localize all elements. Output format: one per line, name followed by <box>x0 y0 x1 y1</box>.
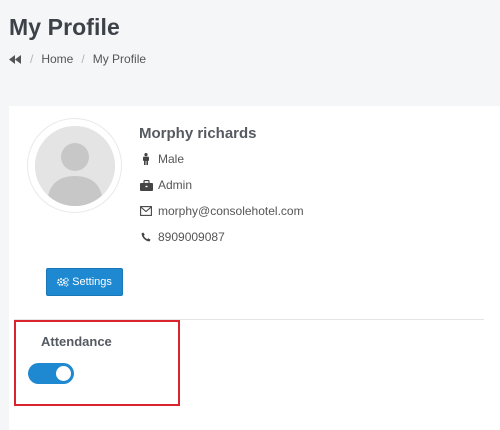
breadcrumb-current: My Profile <box>92 52 147 66</box>
page-title: My Profile <box>9 14 120 40</box>
avatar <box>34 125 115 206</box>
user-avatar-placeholder-icon <box>34 125 115 206</box>
profile-name: Morphy richards <box>139 125 257 142</box>
breadcrumb-separator: / <box>81 52 85 66</box>
settings-button[interactable]: Settings <box>46 268 123 296</box>
profile-email-row: morphy@consolehotel.com <box>139 204 304 218</box>
profile-role-row: Admin <box>139 178 192 192</box>
profile-gender: Male <box>158 152 185 166</box>
attendance-label: Attendance <box>41 334 112 349</box>
settings-button-label: Settings <box>72 276 112 288</box>
breadcrumb: / Home / My Profile <box>9 52 146 66</box>
profile-role: Admin <box>158 178 193 192</box>
double-chevron-left-icon[interactable] <box>9 53 22 65</box>
envelope-icon <box>139 206 153 216</box>
male-icon <box>139 153 153 165</box>
profile-gender-row: Male <box>139 152 184 166</box>
breadcrumb-home-link[interactable]: Home <box>41 52 73 66</box>
profile-phone: 8909009087 <box>158 230 225 244</box>
profile-email: morphy@consolehotel.com <box>158 204 304 218</box>
phone-icon <box>139 232 153 242</box>
attendance-toggle[interactable] <box>28 363 74 384</box>
toggle-knob <box>56 366 71 381</box>
briefcase-icon <box>139 179 153 191</box>
profile-phone-row: 8909009087 <box>139 230 225 244</box>
breadcrumb-separator: / <box>30 52 34 66</box>
cogs-icon <box>57 277 69 287</box>
avatar-frame <box>27 118 122 213</box>
